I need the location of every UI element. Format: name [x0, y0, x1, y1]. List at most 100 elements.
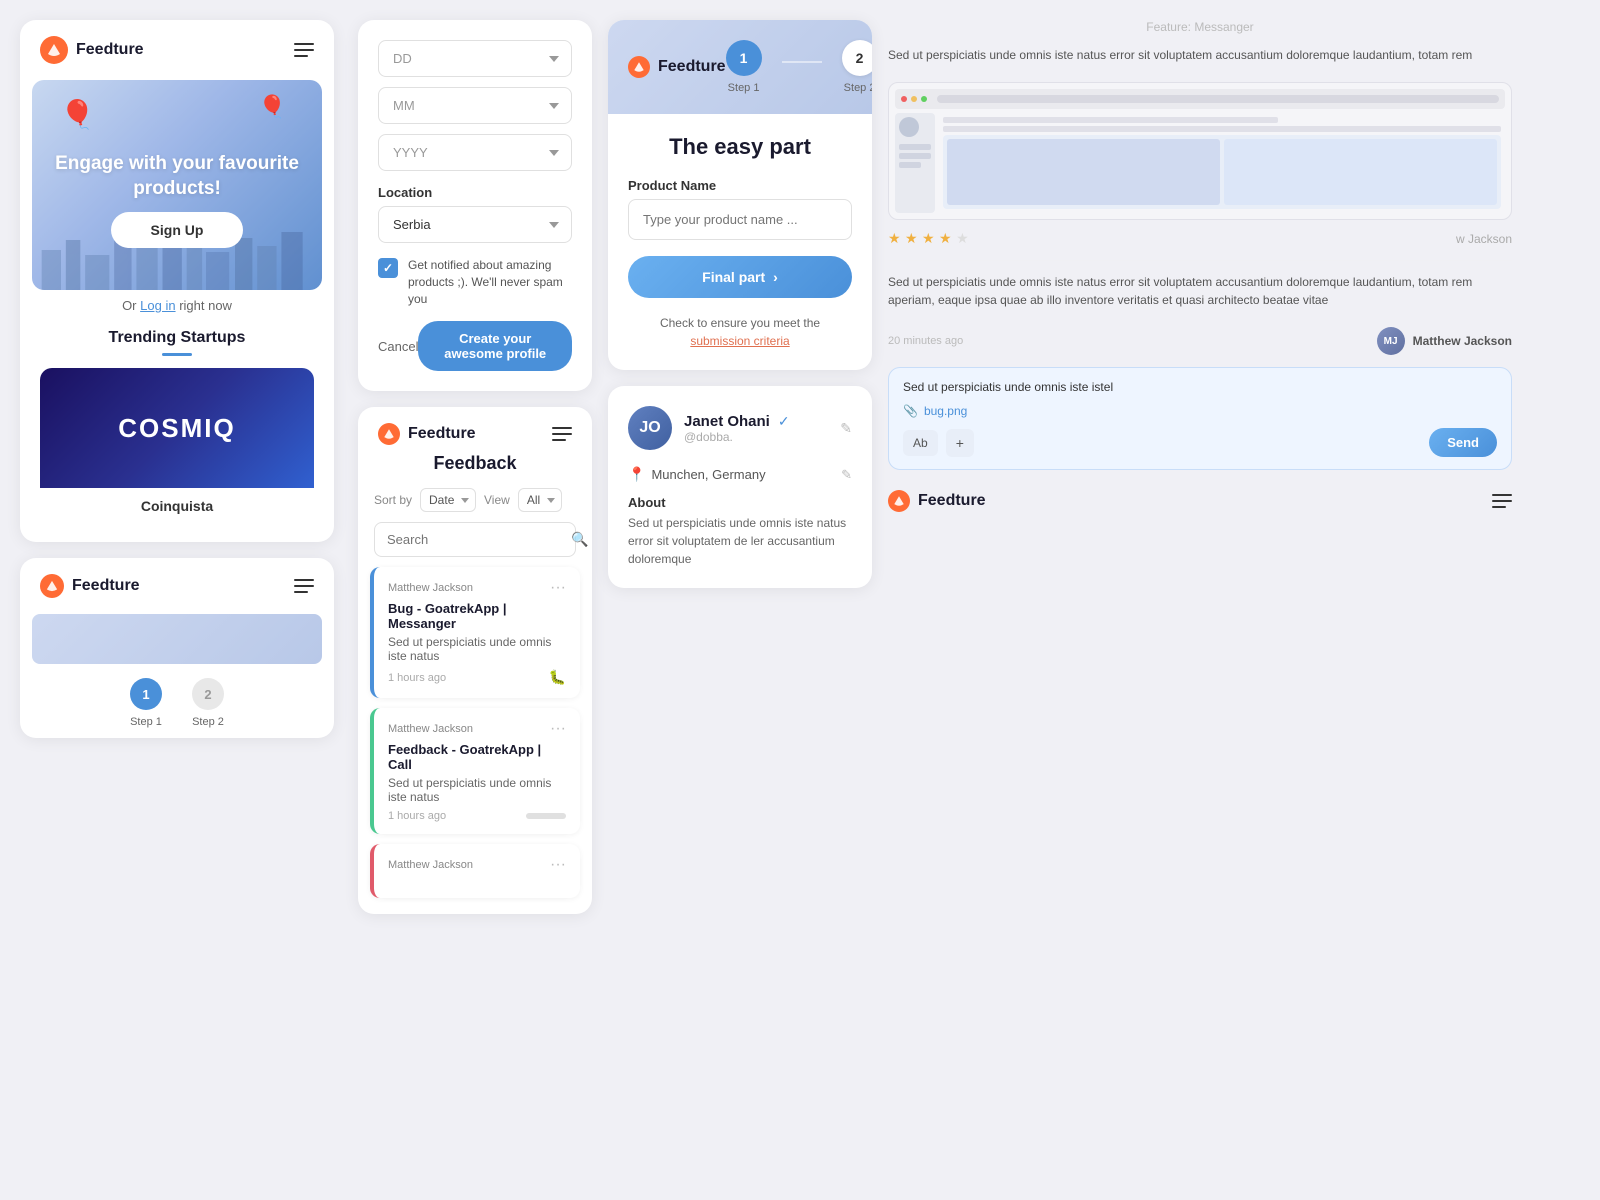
- step-circle-2: 2: [192, 678, 224, 710]
- view-select[interactable]: All: [518, 488, 562, 512]
- step-wizard-card: Feedture 1 Step 1 2 Step 2: [608, 20, 872, 370]
- preview-content: [939, 113, 1505, 213]
- step2-node: 2 Step 2: [842, 40, 872, 94]
- profile-handle: @dobba.: [684, 430, 790, 444]
- trending-section: Trending Startups COSMIQ Coinquista: [20, 317, 334, 542]
- column-4: Feature: Messanger Sed ut perspiciatis u…: [880, 20, 1520, 914]
- feedback-author-2: Matthew Jackson: [388, 723, 473, 735]
- review-block-2: Sed ut perspiciatis unde omnis iste natu…: [888, 273, 1512, 309]
- feedback-dots-1[interactable]: ···: [550, 579, 566, 597]
- format-button[interactable]: Ab: [903, 430, 938, 456]
- feedback-dots-2[interactable]: ···: [550, 720, 566, 738]
- login-link[interactable]: Log in: [140, 298, 175, 313]
- logo-text: Feedture: [76, 41, 144, 59]
- product-label: Product Name: [628, 178, 852, 193]
- step1-nav-label: Step 1: [728, 82, 760, 94]
- send-button[interactable]: Send: [1429, 428, 1497, 457]
- review-text-2: Sed ut perspiciatis unde omnis iste natu…: [888, 273, 1512, 309]
- star-rating: ★ ★ ★ ★ ★: [888, 230, 969, 248]
- feedback-item-2: Matthew Jackson ··· Feedback - GoatrekAp…: [370, 708, 580, 834]
- close-dot: [901, 96, 907, 102]
- notification-checkbox[interactable]: [378, 258, 398, 278]
- stars-row: ★ ★ ★ ★ ★ w Jackson: [888, 230, 1512, 248]
- feedback-dots-3[interactable]: ···: [550, 856, 566, 874]
- feedback-body-1: Sed ut perspiciatis unde omnis iste natu…: [388, 635, 566, 663]
- preview-sidebar: [895, 113, 935, 213]
- trending-underline: [162, 353, 192, 356]
- profile-name: Janet Ohani: [684, 413, 770, 430]
- submission-criteria-link[interactable]: submission criteria: [690, 334, 789, 348]
- final-part-button[interactable]: Final part ›: [628, 256, 852, 298]
- step-logo-text: Feedture: [658, 58, 726, 76]
- search-input[interactable]: [387, 532, 563, 547]
- reviewer-row: 20 minutes ago MJ Matthew Jackson: [888, 327, 1512, 355]
- preview-inner: [895, 113, 1505, 213]
- edit-icon[interactable]: ✎: [840, 420, 852, 437]
- location-text: Munchen, Germany: [651, 467, 765, 482]
- attachment-icon: 📎: [903, 404, 918, 418]
- hero-text: Engage with your favourite products!: [32, 152, 322, 201]
- footer: Feedture: [888, 478, 1512, 512]
- feedback-item-1: Matthew Jackson ··· Bug - GoatrekApp | M…: [370, 567, 580, 698]
- feedback-title-2: Feedback - GoatrekApp | Call: [388, 742, 566, 772]
- divider-1: [888, 260, 1512, 261]
- step-nav: 1 Step 1 2 Step 2: [726, 40, 872, 94]
- small-step-card: Feedture 1 Step 1 2 Step 2: [20, 558, 334, 738]
- max-dot: [921, 96, 927, 102]
- signup-button[interactable]: Sign Up: [111, 212, 244, 248]
- notification-text: Get notified about amazing products ;). …: [408, 257, 572, 307]
- product-name-input[interactable]: [628, 199, 852, 240]
- hero-banner: 🎈 🎈: [32, 80, 322, 290]
- reviewer-fullname: Matthew Jackson: [1413, 334, 1512, 348]
- mm-select[interactable]: MM: [378, 87, 572, 124]
- column-2: DD MM YYYY Location Serbia Get notified …: [350, 20, 600, 914]
- profile-avatar: JO: [628, 406, 672, 450]
- sort-select[interactable]: Date: [420, 488, 476, 512]
- step-logo-icon: [628, 56, 650, 78]
- review-block-1: Sed ut perspiciatis unde omnis iste natu…: [888, 46, 1512, 64]
- dd-select[interactable]: DD: [378, 40, 572, 77]
- step-node-1: 1 Step 1: [130, 678, 162, 728]
- review-time: 20 minutes ago: [888, 335, 963, 347]
- msg-input-text: Sed ut perspiciatis unde omnis iste iste…: [903, 380, 1497, 394]
- step-circle-1: 1: [130, 678, 162, 710]
- search-box[interactable]: 🔍: [374, 522, 576, 557]
- message-input-card: Sed ut perspiciatis unde omnis iste iste…: [888, 367, 1512, 470]
- product-banner: COSMIQ: [40, 368, 314, 488]
- step1-num: 1: [726, 40, 762, 76]
- feedback-author-3: Matthew Jackson: [388, 859, 473, 871]
- step1-label: Step 1: [130, 716, 162, 728]
- small-logo: Feedture: [40, 574, 140, 598]
- location-edit-icon[interactable]: ✎: [841, 467, 852, 483]
- reviewer-info: MJ Matthew Jackson: [1377, 327, 1512, 355]
- col4-inner: Feature: Messanger Sed ut perspiciatis u…: [888, 20, 1512, 512]
- profile-card: JO Janet Ohani ✓ @dobba. ✎ 📍 Munchen, Ge…: [608, 386, 872, 588]
- feedback-author-1: Matthew Jackson: [388, 582, 473, 594]
- attachment-row: 📎 bug.png: [903, 404, 1497, 418]
- footer-hamburger[interactable]: [1492, 494, 1512, 508]
- hamburger-menu[interactable]: [294, 43, 314, 57]
- form-actions: Cancel Create your awesome profile: [378, 321, 572, 371]
- feedback-hamburger[interactable]: [552, 427, 572, 441]
- preview-card-inner: [943, 135, 1501, 209]
- msg-actions: Ab + Send: [903, 428, 1497, 457]
- footer-logo-icon: [888, 490, 910, 512]
- feedback-card: Feedture Feedback Sort by Date View All: [358, 407, 592, 914]
- profile-user: JO Janet Ohani ✓ @dobba.: [628, 406, 790, 450]
- small-hamburger[interactable]: [294, 579, 314, 593]
- product-card: COSMIQ Coinquista: [40, 368, 314, 526]
- small-card-header: Feedture: [20, 558, 334, 614]
- yyyy-select[interactable]: YYYY: [378, 134, 572, 171]
- location-select[interactable]: Serbia: [378, 206, 572, 243]
- cancel-button[interactable]: Cancel: [378, 339, 418, 354]
- create-profile-button[interactable]: Create your awesome profile: [418, 321, 572, 371]
- plus-button[interactable]: +: [946, 429, 974, 457]
- feedback-title: Feedback: [358, 453, 592, 484]
- star-2: ★: [905, 230, 918, 246]
- date-selects: DD MM YYYY: [378, 40, 572, 171]
- feedback-logo-icon: [378, 423, 400, 445]
- address-bar: [937, 95, 1499, 103]
- verified-icon: ✓: [778, 413, 790, 430]
- location-pin-icon: 📍: [628, 466, 645, 483]
- column-1: Feedture 🎈 🎈: [20, 20, 350, 914]
